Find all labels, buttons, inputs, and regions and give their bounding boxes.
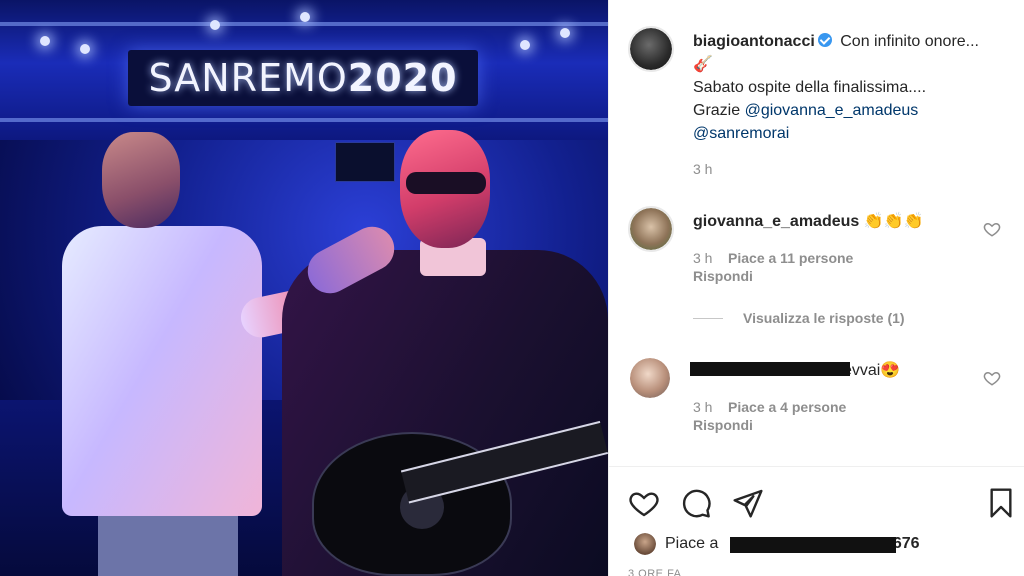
post-date: 3 ORE FA bbox=[628, 568, 682, 576]
sign-year: 2020 bbox=[347, 56, 458, 100]
stage-light bbox=[210, 20, 220, 30]
comment-avatar-photo bbox=[630, 208, 672, 250]
comment-text: 👏👏👏 bbox=[863, 213, 924, 230]
author-username[interactable]: biagioantonacci bbox=[693, 33, 815, 50]
post-time: 3 h bbox=[693, 161, 713, 177]
comment-likes[interactable]: Piace a 4 persone bbox=[728, 399, 846, 415]
stage-monitor bbox=[335, 142, 395, 182]
liker-photo bbox=[634, 533, 656, 555]
comment-likes[interactable]: Piace a 11 persone bbox=[728, 250, 853, 266]
stage-light bbox=[560, 28, 570, 38]
author-photo bbox=[630, 28, 672, 70]
verified-badge-icon bbox=[817, 33, 832, 47]
likes-prefix: Piace a bbox=[665, 535, 723, 552]
comment-icon[interactable] bbox=[680, 487, 712, 519]
comment-meta: 3 h Piace a 11 persone bbox=[693, 250, 853, 266]
post-caption: biagioantonacci Con infinito onore... 🎸 … bbox=[693, 30, 993, 145]
stage-light bbox=[80, 44, 90, 54]
actions-divider bbox=[608, 466, 1024, 467]
likes-count: 676 bbox=[892, 535, 920, 552]
comment-time: 3 h bbox=[693, 250, 713, 266]
comment-avatar[interactable] bbox=[630, 358, 670, 398]
heart-icon[interactable] bbox=[628, 487, 660, 519]
share-icon[interactable] bbox=[732, 487, 764, 519]
comment-avatar-photo bbox=[630, 358, 670, 398]
bookmark-icon[interactable] bbox=[985, 487, 1017, 519]
stage-light bbox=[40, 36, 50, 46]
comment-text: evvai😍 bbox=[843, 362, 901, 379]
comment-time: 3 h bbox=[693, 399, 713, 415]
comment-avatar[interactable] bbox=[628, 206, 674, 252]
comment-username[interactable]: giovanna_e_amadeus bbox=[693, 213, 859, 230]
truss-bottom bbox=[0, 118, 608, 122]
guitar-emoji: 🎸 bbox=[693, 56, 713, 73]
person-left-head bbox=[102, 132, 180, 228]
caption-line3-prefix: Grazie bbox=[693, 102, 745, 119]
replies-divider bbox=[693, 318, 723, 319]
liker-avatar[interactable] bbox=[634, 533, 656, 555]
mention-sanremorai[interactable]: @sanremorai bbox=[693, 125, 789, 142]
truss-top bbox=[0, 22, 608, 26]
post-photo[interactable]: SANREMO 2020 bbox=[0, 0, 608, 576]
sanremo-sign: SANREMO 2020 bbox=[128, 50, 478, 106]
comment-heart-icon[interactable] bbox=[983, 369, 1001, 387]
comment-1: giovanna_e_amadeus 👏👏👏 bbox=[693, 211, 924, 231]
sunglasses bbox=[406, 172, 486, 194]
person-left-body bbox=[62, 226, 262, 516]
sign-word: SANREMO bbox=[148, 56, 348, 100]
comment-heart-icon[interactable] bbox=[983, 220, 1001, 238]
caption-line2: Sabato ospite della finalissima.... bbox=[693, 79, 927, 96]
stage-light bbox=[300, 12, 310, 22]
redaction-bar bbox=[730, 537, 896, 553]
view-replies-button[interactable]: Visualizza le risposte (1) bbox=[743, 310, 905, 326]
caption-line1: Con infinito onore... bbox=[840, 33, 979, 50]
reply-button[interactable]: Rispondi bbox=[693, 417, 753, 433]
comment-meta: 3 h Piace a 4 persone bbox=[693, 399, 846, 415]
redaction-bar bbox=[690, 362, 850, 376]
author-avatar[interactable] bbox=[628, 26, 674, 72]
reply-button[interactable]: Rispondi bbox=[693, 268, 753, 284]
stage-light bbox=[520, 40, 530, 50]
mention-giovanna[interactable]: @giovanna_e_amadeus bbox=[745, 102, 919, 119]
